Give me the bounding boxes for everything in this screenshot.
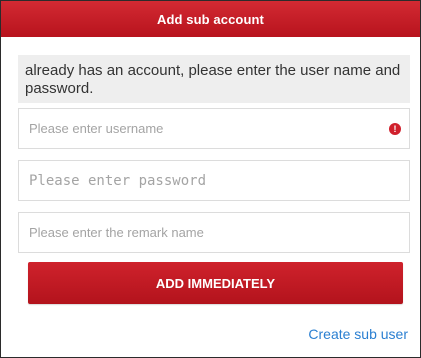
username-field: ! <box>18 108 410 149</box>
username-input[interactable] <box>19 109 359 148</box>
password-input[interactable] <box>19 161 359 200</box>
remark-field <box>18 212 410 253</box>
exclamation-circle-icon: ! <box>389 123 401 135</box>
add-sub-account-dialog: Add sub account already has an account, … <box>0 0 421 358</box>
password-field <box>18 160 410 201</box>
add-immediately-button[interactable]: ADD IMMEDIATELY <box>28 262 403 304</box>
create-sub-user-link[interactable]: Create sub user <box>308 326 408 342</box>
remark-name-input[interactable] <box>19 213 359 252</box>
dialog-title: Add sub account <box>1 1 420 37</box>
account-notice: already has an account, please enter the… <box>18 55 410 103</box>
